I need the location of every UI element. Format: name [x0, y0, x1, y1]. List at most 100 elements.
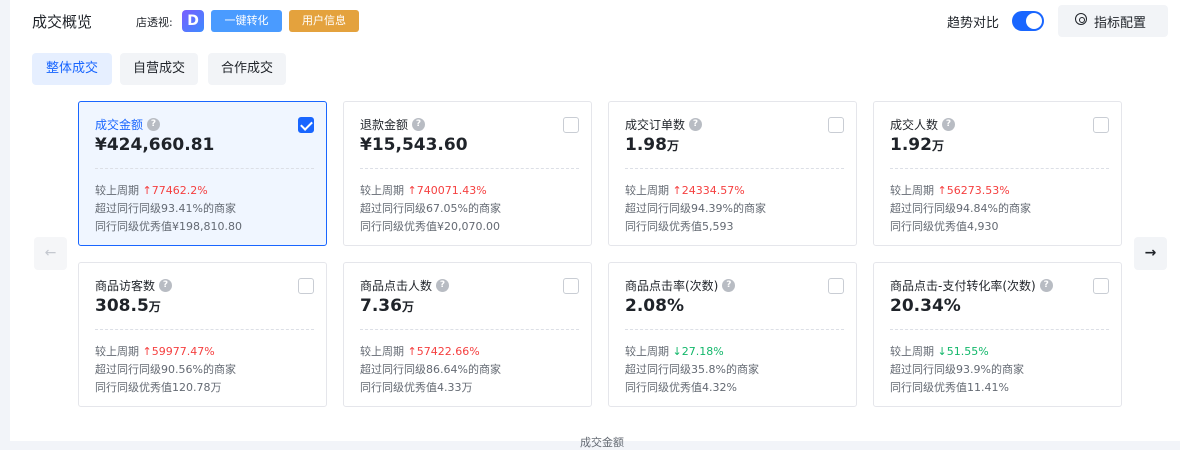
metric-config-button[interactable]: 指标配置 — [1058, 5, 1168, 37]
metric-name: 成交金额 — [95, 118, 144, 132]
exceed-peer-text: 超过同行同级67.05%的商家 — [360, 202, 501, 215]
divider — [625, 168, 844, 169]
peer-excellent-text: 同行同级优秀值¥20,070.00 — [360, 220, 500, 233]
metric-card-title: 退款金额? — [360, 116, 426, 133]
metric-checkbox[interactable] — [563, 278, 579, 294]
metric-checkbox[interactable] — [298, 278, 314, 294]
change-value: 24334.57% — [681, 184, 745, 197]
help-icon[interactable]: ? — [722, 279, 736, 292]
exceed-peer-text: 超过同行同级93.9%的商家 — [890, 363, 1024, 376]
peer-excellent-text: 同行同级优秀值4.32% — [625, 381, 737, 394]
compare-label: 较上周期 — [890, 345, 934, 358]
help-icon[interactable]: ? — [436, 279, 450, 292]
peer-excellent-text: 同行同级优秀值120.78万 — [95, 381, 222, 394]
metric-name: 退款金额 — [360, 118, 409, 132]
metric-checkbox[interactable] — [563, 117, 579, 133]
help-icon[interactable]: ? — [159, 279, 173, 292]
arrow-down-icon: ↓ — [937, 345, 947, 358]
exceed-peer-text: 超过同行同级93.41%的商家 — [95, 202, 236, 215]
arrow-up-icon: ↑ — [937, 184, 947, 197]
metric-unit: 万 — [931, 139, 944, 153]
change-value: 27.18% — [681, 345, 724, 358]
compare-line: 较上周期 ↑24334.57% — [625, 182, 745, 198]
metric-value-wrap: 1.92万 — [890, 135, 944, 155]
exceed-peer-text: 超过同行同级94.84%的商家 — [890, 202, 1031, 215]
compare-line: 较上周期 ↑56273.53% — [890, 182, 1010, 198]
metric-checkbox[interactable] — [298, 117, 314, 133]
metric-unit: 万 — [666, 139, 679, 153]
metric-card-title: 成交金额? — [95, 116, 161, 133]
help-icon[interactable]: ? — [942, 118, 956, 131]
trend-compare-toggle[interactable] — [1012, 11, 1044, 31]
help-icon[interactable]: ? — [147, 118, 161, 131]
metric-card-title: 商品点击率(次数)? — [625, 277, 736, 294]
help-icon[interactable]: ? — [689, 118, 703, 131]
tab-overall-deal[interactable]: 整体成交 — [32, 53, 112, 85]
arrow-up-icon: ↑ — [142, 345, 152, 358]
compare-label: 较上周期 — [625, 184, 669, 197]
metric-name: 成交人数 — [890, 118, 939, 132]
header: 成交概览 店透视: D 一键转化 用户信息 趋势对比 指标配置 — [32, 0, 1178, 42]
metric-card-title: 成交人数? — [890, 116, 956, 133]
change-value: 57422.66% — [416, 345, 480, 358]
tab-cooperation-deal[interactable]: 合作成交 — [208, 53, 286, 85]
compare-label: 较上周期 — [890, 184, 934, 197]
change-value: 56273.53% — [946, 184, 1010, 197]
section-title-peek: 成交金额 — [580, 436, 624, 449]
metric-value-wrap: 2.08% — [625, 296, 684, 316]
tab-self-operated-deal[interactable]: 自营成交 — [120, 53, 198, 85]
peer-excellent-text: 同行同级优秀值5,593 — [625, 220, 734, 233]
toggle-knob — [1026, 13, 1042, 29]
compare-line: 较上周期 ↓27.18% — [625, 343, 724, 359]
compare-line: 较上周期 ↑59977.47% — [95, 343, 215, 359]
divider — [890, 168, 1109, 169]
change-value: 59977.47% — [151, 345, 215, 358]
user-info-button[interactable]: 用户信息 — [289, 10, 359, 32]
metric-value: 7.36 — [360, 296, 402, 316]
metric-checkbox[interactable] — [828, 278, 844, 294]
change-value: 740071.43% — [416, 184, 487, 197]
peer-excellent-text: 同行同级优秀值11.41% — [890, 381, 1009, 394]
peer-excellent-text: 同行同级优秀值4.33万 — [360, 381, 473, 394]
exceed-peer-text: 超过同行同级94.39%的商家 — [625, 202, 766, 215]
metric-card[interactable]: 商品点击人数? 7.36万 较上周期 ↑57422.66% 超过同行同级86.64%的… — [343, 262, 592, 407]
compare-label: 较上周期 — [360, 345, 404, 358]
page: 成交概览 店透视: D 一键转化 用户信息 趋势对比 指标配置 整体成交 自营成… — [10, 0, 1180, 449]
metric-checkbox[interactable] — [1093, 278, 1109, 294]
metric-unit: 万 — [148, 300, 161, 314]
metric-card-title: 商品点击-支付转化率(次数)? — [890, 277, 1053, 294]
metric-card[interactable]: 商品点击率(次数)? 2.08% 较上周期 ↓27.18% 超过同行同级35.8%的商… — [608, 262, 857, 407]
compare-label: 较上周期 — [360, 184, 404, 197]
store-insight-logo-icon[interactable]: D — [182, 10, 204, 32]
arrow-right-icon: → — [1144, 245, 1157, 261]
next-page-button[interactable]: → — [1134, 237, 1167, 270]
one-click-convert-button[interactable]: 一键转化 — [211, 10, 282, 32]
metric-card[interactable]: 退款金额? ¥15,543.60 较上周期 ↑740071.43% 超过同行同级67.… — [343, 101, 592, 246]
exceed-peer-text: 超过同行同级86.64%的商家 — [360, 363, 501, 376]
metric-value-wrap: 20.34% — [890, 296, 961, 316]
metric-card[interactable]: 成交金额? ¥424,660.81 较上周期 ↑77462.2% 超过同行同级93.4… — [78, 101, 327, 246]
metric-checkbox[interactable] — [1093, 117, 1109, 133]
metric-checkbox[interactable] — [828, 117, 844, 133]
prev-page-button[interactable]: ← — [34, 237, 67, 270]
settings-icon — [1075, 13, 1087, 25]
metric-value: 2.08% — [625, 296, 684, 316]
change-value: 51.55% — [946, 345, 989, 358]
help-icon[interactable]: ? — [412, 118, 426, 131]
help-icon[interactable]: ? — [1039, 279, 1053, 292]
metric-name: 成交订单数 — [625, 118, 686, 132]
metric-card[interactable]: 商品点击-支付转化率(次数)? 20.34% 较上周期 ↓51.55% 超过同行同级9… — [873, 262, 1122, 407]
compare-label: 较上周期 — [95, 345, 139, 358]
metric-card[interactable]: 商品访客数? 308.5万 较上周期 ↑59977.47% 超过同行同级90.56%的… — [78, 262, 327, 407]
trend-compare-label: 趋势对比 — [947, 16, 1000, 31]
exceed-peer-text: 超过同行同级90.56%的商家 — [95, 363, 236, 376]
arrow-up-icon: ↑ — [672, 184, 682, 197]
metric-value: 20.34% — [890, 296, 961, 316]
arrow-left-icon: ← — [44, 245, 57, 261]
metric-card[interactable]: 成交订单数? 1.98万较上周期 ↑24334.57% 超过同行同级94.39%的商… — [608, 101, 857, 246]
peer-excellent-text: 同行同级优秀值4,930 — [890, 220, 999, 233]
metric-value: 1.98 — [625, 135, 667, 155]
divider — [360, 168, 579, 169]
metric-card[interactable]: 成交人数? 1.92万较上周期 ↑56273.53% 超过同行同级94.84%的商家… — [873, 101, 1122, 246]
metric-name: 商品访客数 — [95, 279, 156, 293]
